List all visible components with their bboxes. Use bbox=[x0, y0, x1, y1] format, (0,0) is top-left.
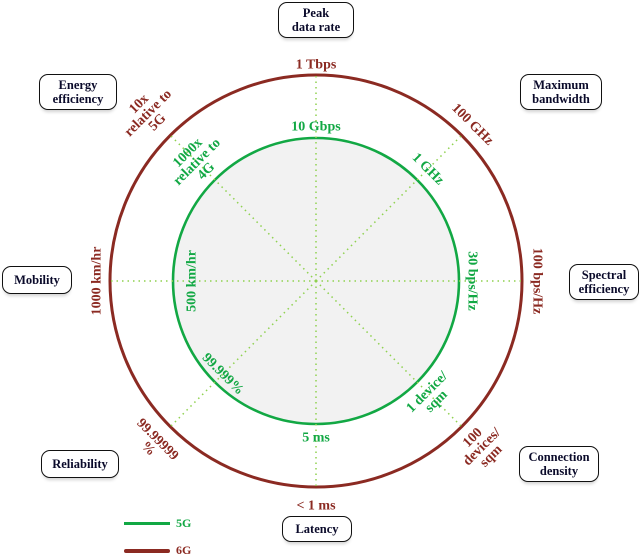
6g-value-energy: 10xrelative to5G bbox=[122, 87, 175, 140]
6g-value-bw: 100 GHz bbox=[448, 101, 496, 149]
legend-5g-line bbox=[124, 522, 170, 525]
6g-value-peak-line: 1 Tbps bbox=[296, 58, 337, 73]
kpi-label-line: Latency bbox=[295, 522, 339, 536]
kpi-label-energy: Energy efficiency bbox=[53, 78, 104, 106]
kpi-label-peak: Peak data rate bbox=[292, 6, 340, 34]
legend-6g: 6G bbox=[124, 543, 191, 558]
kpi-label-rel: Reliability bbox=[52, 457, 108, 471]
kpi-label-line: data rate bbox=[291, 20, 341, 34]
5g-value-lat-line: 5 ms bbox=[302, 431, 330, 446]
5g-value-peak: 10 Gbps bbox=[291, 120, 341, 135]
kpi-box-mob: Mobility bbox=[2, 266, 72, 294]
legend-6g-line bbox=[124, 548, 170, 553]
6g-value-mob-line: 1000 km/hr bbox=[90, 247, 105, 316]
6g-value-energy-line: relative to bbox=[122, 87, 175, 140]
kpi-label-line: Peak bbox=[302, 6, 330, 20]
kpi-label-spec: Spectral efficiency bbox=[579, 268, 630, 296]
kpi-box-conn: Connection density bbox=[519, 446, 599, 482]
kpi-label-line: Mobility bbox=[14, 273, 60, 287]
5g-value-spec: 30 bps/Hz bbox=[465, 251, 480, 311]
kpi-box-peak: Peak data rate bbox=[278, 2, 354, 38]
6g-value-peak: 1 Tbps bbox=[296, 58, 337, 73]
legend-5g-label: 5G bbox=[176, 516, 192, 530]
kpi-label-line: Maximum bbox=[533, 78, 589, 92]
kpi-label-conn: Connection density bbox=[528, 450, 589, 478]
5g-value-spec-line: 30 bps/Hz bbox=[465, 251, 480, 311]
spokes bbox=[110, 75, 522, 487]
kpi-label-line: efficiency bbox=[578, 282, 630, 296]
legend-6g-label: 6G bbox=[176, 543, 192, 557]
kpi-label-mob: Mobility bbox=[14, 273, 60, 287]
kpi-label-line: Connection bbox=[528, 450, 590, 464]
5g-value-mob-line: 500 km/hr bbox=[185, 250, 200, 312]
5g-value-peak-line: 10 Gbps bbox=[291, 120, 341, 135]
6g-value-spec: 100 bps/Hz bbox=[530, 248, 545, 315]
legend-5g: 5G bbox=[124, 516, 191, 531]
kpi-label-line: efficiency bbox=[52, 92, 104, 106]
5g-value-mob: 500 km/hr bbox=[185, 250, 200, 312]
5g-value-lat: 5 ms bbox=[302, 431, 330, 446]
6g-value-mob: 1000 km/hr bbox=[90, 247, 105, 316]
6g-value-bw-line: 100 GHz bbox=[448, 101, 496, 149]
6g-value-rel-line: 99.99999 bbox=[133, 416, 181, 464]
kpi-label-line: Spectral bbox=[581, 268, 627, 282]
6g-value-lat-line: < 1 ms bbox=[296, 499, 336, 514]
kpi-label-line: Reliability bbox=[52, 457, 108, 471]
kpi-label-line: density bbox=[539, 464, 579, 478]
kpi-label-bw: Maximum bandwidth bbox=[532, 78, 590, 106]
kpi-box-rel: Reliability bbox=[41, 450, 119, 478]
6g-value-rel: 99.99999% bbox=[133, 416, 181, 464]
6g-value-spec-line: 100 bps/Hz bbox=[530, 248, 545, 315]
kpi-box-energy: Energy efficiency bbox=[39, 74, 117, 110]
kpi-box-lat: Latency bbox=[282, 516, 352, 542]
kpi-box-spec: Spectral efficiency bbox=[569, 264, 639, 300]
kpi-label-line: Energy bbox=[58, 78, 98, 92]
kpi-box-bw: Maximum bandwidth bbox=[520, 74, 602, 110]
kpi-label-line: bandwidth bbox=[532, 92, 590, 106]
6g-value-lat: < 1 ms bbox=[296, 499, 336, 514]
kpi-label-lat: Latency bbox=[295, 522, 338, 536]
